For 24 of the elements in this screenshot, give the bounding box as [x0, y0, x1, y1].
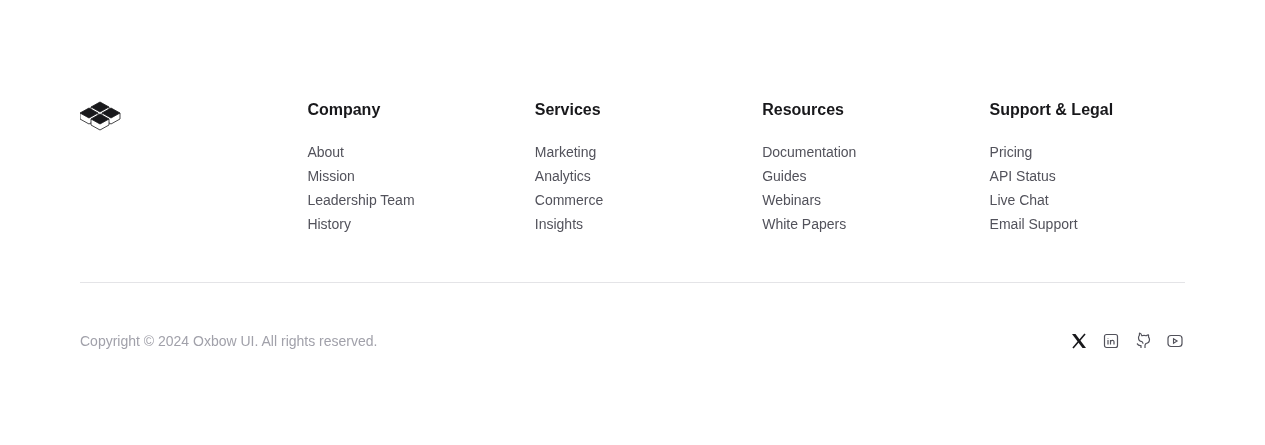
column-heading: Company: [307, 100, 382, 120]
footer-link[interactable]: API Status: [989, 168, 1056, 184]
footer-link[interactable]: Analytics: [534, 168, 591, 184]
logo-icon: [80, 101, 121, 131]
footer-link[interactable]: Guides: [762, 168, 807, 184]
footer-link[interactable]: Webinars: [762, 192, 822, 208]
footer-link[interactable]: Commerce: [534, 192, 604, 208]
footer-link[interactable]: About: [307, 144, 344, 160]
column-heading: Resources: [762, 100, 845, 120]
copyright-text: Copyright © 2024 Oxbow UI. All rights reserved.: [80, 332, 378, 351]
column-heading: Services: [534, 100, 602, 120]
footer-link[interactable]: Live Chat: [989, 192, 1049, 208]
column-heading: Support & Legal: [989, 100, 1115, 120]
linkedin-icon[interactable]: [1101, 331, 1121, 351]
footer-link[interactable]: Marketing: [534, 144, 597, 160]
footer-link[interactable]: Pricing: [989, 144, 1033, 160]
footer-link[interactable]: Documentation: [762, 144, 857, 160]
footer-link[interactable]: White Papers: [762, 216, 847, 232]
footer-link[interactable]: Leadership Team: [307, 192, 415, 208]
x-icon[interactable]: [1069, 331, 1089, 351]
footer-link[interactable]: Insights: [534, 216, 584, 232]
footer-link[interactable]: Mission: [307, 168, 355, 184]
footer-link[interactable]: History: [307, 216, 351, 232]
footer-link[interactable]: Email Support: [989, 216, 1078, 232]
